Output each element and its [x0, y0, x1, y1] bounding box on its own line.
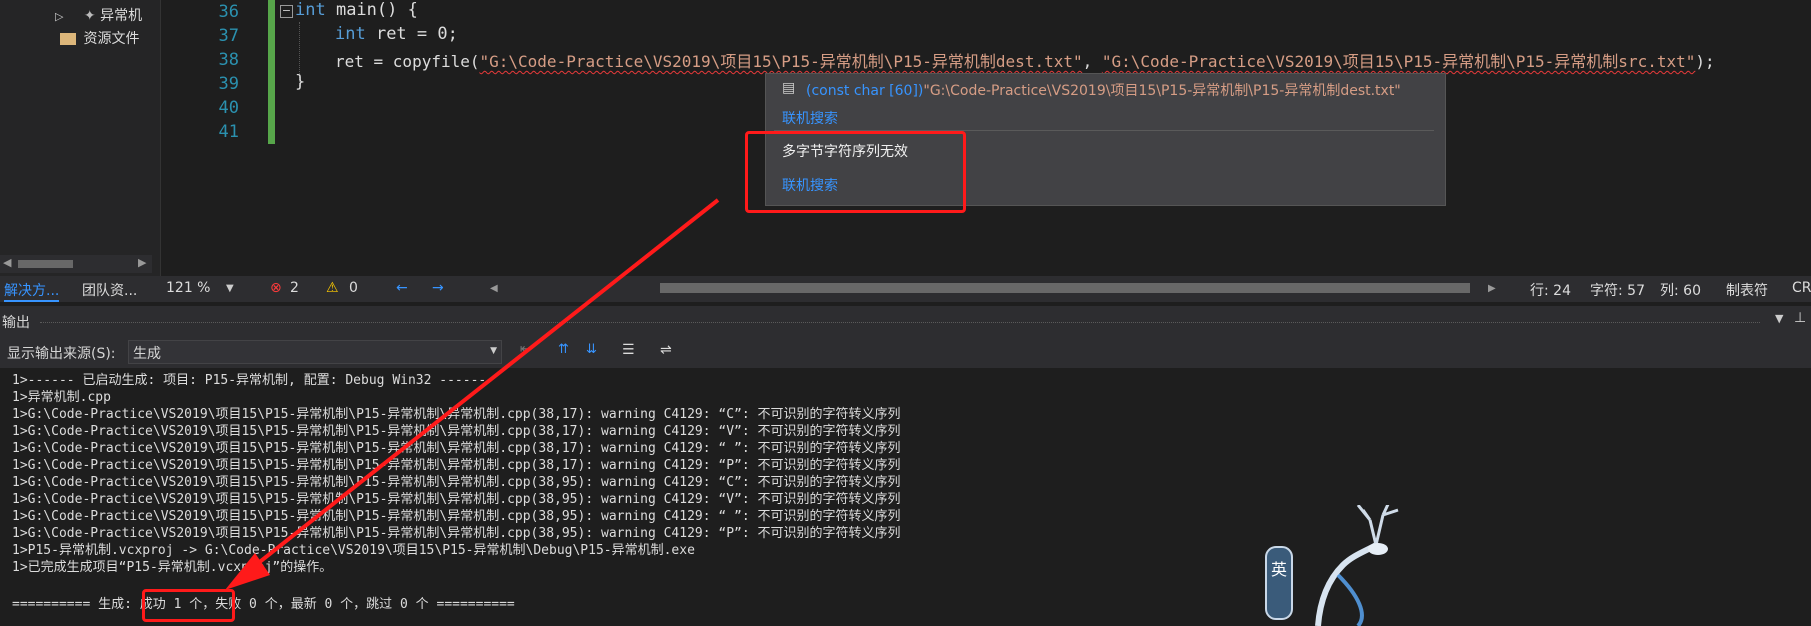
annotation-arrow [225, 198, 720, 590]
annotation-arrow-shaft [250, 198, 720, 570]
